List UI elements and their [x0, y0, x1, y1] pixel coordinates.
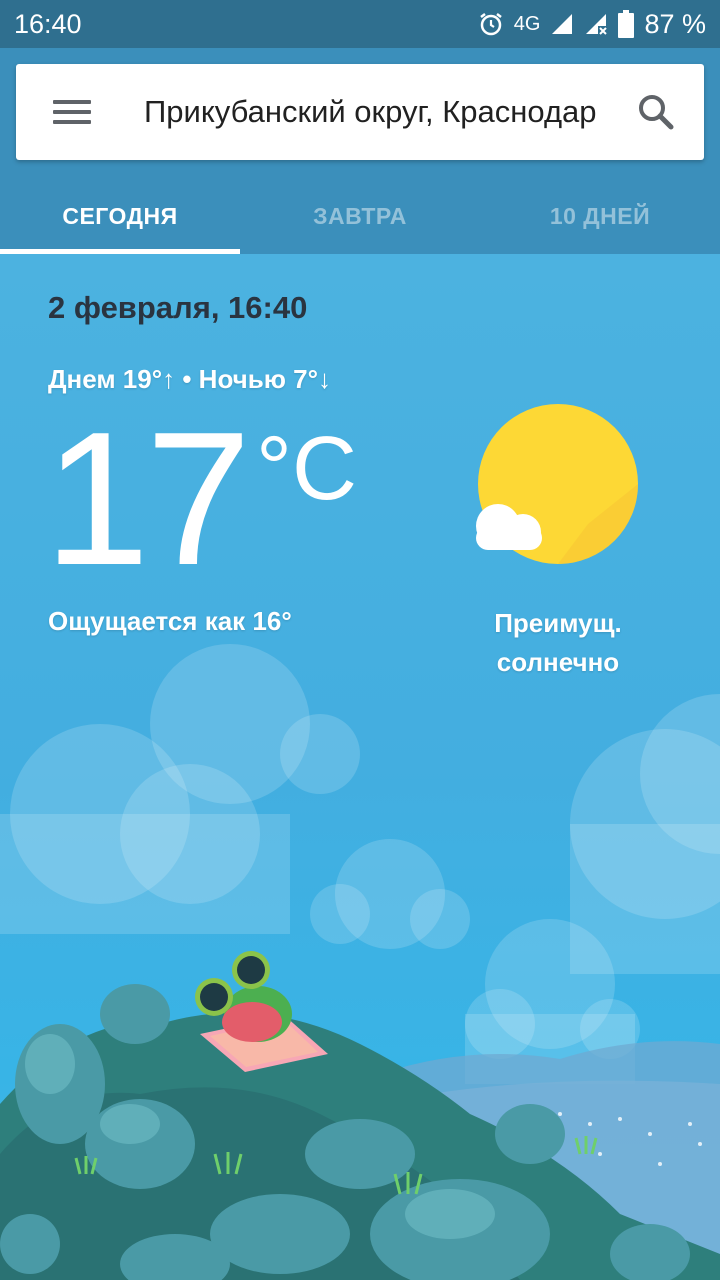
status-time: 16:40 — [14, 8, 82, 39]
signal-icon — [550, 12, 574, 36]
battery-percent: 87 % — [644, 8, 706, 39]
tab-10-days[interactable]: 10 ДНЕЙ — [480, 178, 720, 254]
weather-condition: Преимущ. солнечно — [448, 604, 668, 682]
menu-icon[interactable] — [16, 64, 128, 160]
status-bar: 16:40 4G 87 % — [0, 0, 720, 48]
search-card: Прикубанский округ, Краснодар — [16, 64, 704, 160]
temperature-unit: °C — [256, 419, 357, 519]
signal-no-sim-icon — [584, 12, 608, 36]
day-night-temperature: Днем 19°↑ • Ночью 7°↓ — [48, 364, 332, 394]
condition-line-1: Преимущ. — [494, 608, 622, 638]
location-search-input[interactable]: Прикубанский округ, Краснодар — [128, 64, 608, 160]
current-temperature: 17 — [44, 393, 251, 605]
date-time: 2 февраля, 16:40 — [48, 290, 308, 325]
tab-today[interactable]: СЕГОДНЯ — [0, 178, 240, 254]
alarm-icon — [478, 11, 504, 37]
feels-like: Ощущается как 16° — [48, 606, 292, 636]
search-icon[interactable] — [608, 64, 704, 160]
status-icons: 4G 87 % — [478, 9, 706, 40]
condition-line-2: солнечно — [496, 647, 620, 677]
battery-icon — [618, 10, 635, 38]
weather-main: 2 февраля, 16:40 Днем 19°↑ • Ночью 7°↓ 1… — [0, 254, 720, 1280]
partly-sunny-icon — [468, 404, 648, 589]
tab-tomorrow[interactable]: ЗАВТРА — [240, 178, 480, 254]
day-tabs: СЕГОДНЯ ЗАВТРА 10 ДНЕЙ — [0, 178, 720, 254]
app-header: Прикубанский округ, Краснодар СЕГОДНЯ ЗА… — [0, 48, 720, 254]
network-label: 4G — [513, 12, 541, 35]
